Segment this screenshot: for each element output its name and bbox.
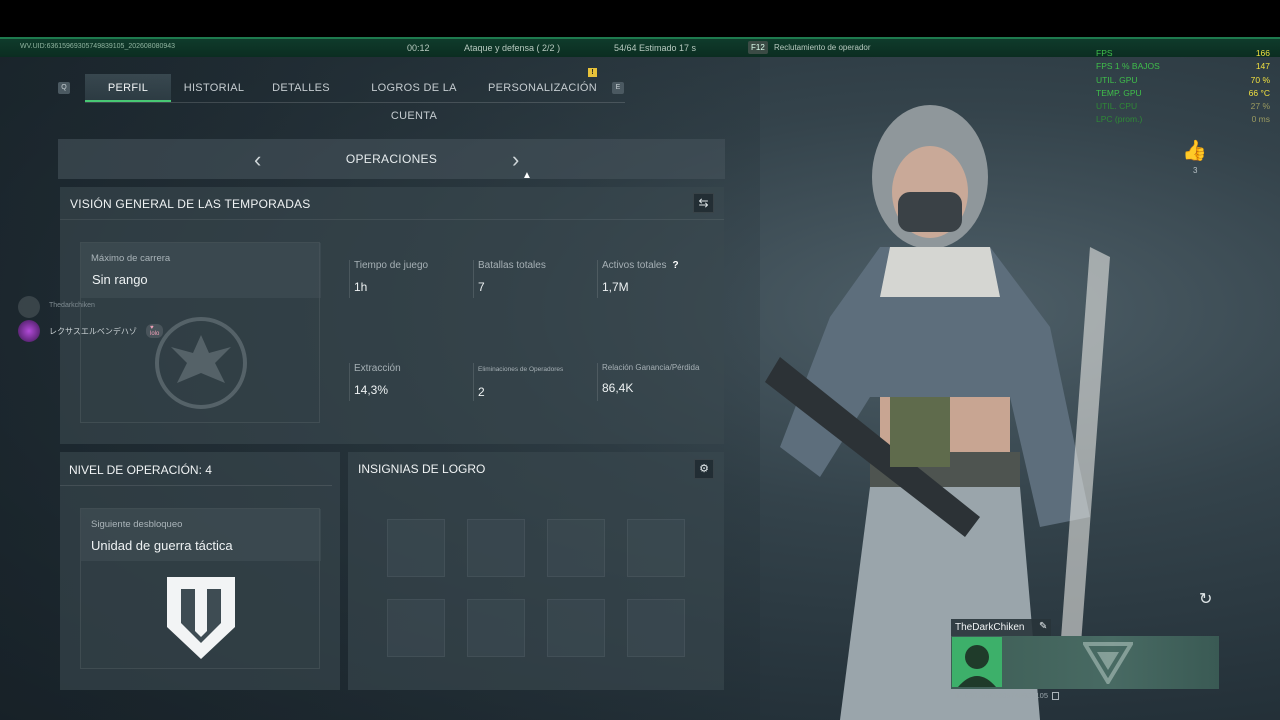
perf-row: FPS 1 % BAJOS 147: [1096, 61, 1270, 72]
like-icon[interactable]: 👍: [1182, 138, 1207, 163]
next-unlock-value: Unidad de guerra táctica: [91, 538, 233, 553]
badge-slot[interactable]: [627, 599, 685, 657]
namecard-header: TheDarkChiken ✎: [951, 619, 1051, 636]
badge-slot[interactable]: [627, 519, 685, 577]
player-namecard[interactable]: TheDarkChiken ✎: [951, 619, 1219, 689]
match-timer: 00:12: [407, 43, 430, 53]
stat-label: Relación Ganancia/Pérdida: [602, 363, 700, 372]
tabs-divider: [85, 102, 625, 103]
tactical-unit-emblem-icon: [167, 577, 235, 659]
avatar: [18, 296, 40, 318]
recruit-label: Reclutamiento de operador: [774, 43, 871, 52]
operations-title: OPERACIONES: [345, 152, 438, 166]
tab-historial[interactable]: HISTORIAL: [176, 74, 252, 102]
operations-next-button[interactable]: ›: [512, 147, 519, 173]
f12-key-hint[interactable]: F12: [748, 41, 768, 54]
badge-slot[interactable]: [547, 599, 605, 657]
divider: [60, 219, 724, 220]
portrait-icon: [958, 645, 996, 687]
tab-detalles[interactable]: DETALLES: [262, 74, 340, 102]
perf-row: LPC (prom.) 0 ms: [1096, 114, 1270, 125]
divider: [349, 260, 350, 298]
stat-value: 14,3%: [354, 383, 389, 397]
stat-label: Extracción: [354, 363, 401, 374]
swap-icon[interactable]: ⇆: [693, 193, 714, 213]
chat-tag: ♥ lolo: [146, 324, 164, 338]
avatar: [952, 637, 1002, 687]
operation-level-panel: NIVEL DE OPERACIÓN: 4 Siguiente desbloqu…: [60, 452, 340, 690]
badge-slot[interactable]: [387, 599, 445, 657]
divider: [473, 363, 474, 401]
card-header: [81, 243, 321, 298]
queue-status: 54/64 Estimado 17 s: [614, 43, 697, 53]
chat-username: Thedarkchiken: [49, 302, 95, 309]
divider: [349, 363, 350, 401]
season-overview-title: VISIÓN GENERAL DE LAS TEMPORADAS: [70, 197, 311, 211]
tab-logros[interactable]: LOGROS DE LA CUENTA: [350, 74, 478, 122]
stat-total-assets: Activos totales? 1,7M: [597, 260, 720, 298]
season-overview-panel: VISIÓN GENERAL DE LAS TEMPORADAS ⇆ Máxim…: [60, 187, 724, 444]
badge-slot[interactable]: [547, 519, 605, 577]
status-bar: WV.UID:6361596930574983910​5_2026080809​…: [0, 37, 1280, 57]
stat-value: 1,7M: [602, 280, 629, 294]
badge-slot[interactable]: [387, 519, 445, 577]
career-rank-caption: Máximo de carrera: [91, 253, 171, 264]
stat-value: 86,4K: [602, 381, 634, 395]
tab-next-key[interactable]: E: [612, 82, 624, 94]
stat-label: Activos totales?: [602, 260, 679, 271]
session-uid: WV.UID:6361596930574983910​5_2026080809​…: [20, 43, 176, 50]
tab-perfil[interactable]: PERFIL: [85, 74, 171, 102]
perf-row: FPS 166: [1096, 48, 1270, 58]
rotate-icon[interactable]: ↻: [1199, 589, 1212, 609]
perf-row: UTIL. GPU 70 %: [1096, 74, 1270, 85]
career-rank-value: Sin rango: [92, 272, 148, 287]
copy-icon[interactable]: [1052, 692, 1060, 701]
achievement-badges-title: INSIGNIAS DE LOGRO: [358, 462, 486, 476]
stat-total-battles: Batallas totales 7: [473, 260, 596, 298]
divider: [60, 485, 332, 486]
divider: [473, 260, 474, 298]
card-header: [81, 509, 321, 561]
divider: [597, 260, 598, 298]
like-count: 3: [1193, 166, 1198, 175]
chat-username: レクサスエルベンデハゾ: [49, 327, 137, 336]
badge-slot[interactable]: [467, 599, 525, 657]
stat-win-loss: Relación Ganancia/Pérdida 86,4K: [597, 363, 720, 401]
tab-prev-key[interactable]: Q: [58, 82, 70, 94]
alert-badge: !: [588, 68, 597, 77]
operations-selector: ‹ OPERACIONES ›: [58, 139, 725, 179]
stat-value: 1h: [354, 280, 368, 294]
perf-row: UTIL. CPU 27 %: [1096, 101, 1270, 112]
stat-playtime: Tiempo de juego 1h: [349, 260, 472, 298]
player-name: TheDarkChiken: [955, 622, 1025, 633]
stat-label: Eliminaciones de Operadores: [478, 366, 564, 373]
perf-row: TEMP. GPU 66 °C: [1096, 87, 1270, 98]
next-unlock-caption: Siguiente desbloqueo: [91, 519, 183, 530]
stat-operator-kills: Eliminaciones de Operadores 2: [473, 363, 596, 401]
edit-icon[interactable]: ✎: [1039, 621, 1047, 632]
stat-value: 7: [478, 280, 485, 294]
stat-label: Batallas totales: [478, 260, 546, 271]
mouse-cursor-icon: ▲: [522, 170, 532, 181]
badge-slot[interactable]: [467, 519, 525, 577]
player-id: ID:6361596930574983910​5: [955, 691, 1060, 701]
stat-label: Tiempo de juego: [354, 260, 429, 271]
stat-extraction: Extracción 14,3%: [349, 363, 472, 401]
operation-level-title: NIVEL DE OPERACIÓN: 4: [69, 463, 212, 477]
divider: [597, 363, 598, 401]
rank-emblem-icon: [155, 317, 247, 409]
letterbox-top: [0, 0, 1280, 37]
tab-personalizacion[interactable]: PERSONALIZACIÓN: [488, 74, 597, 102]
performance-overlay: FPS 166 FPS 1 % BAJOS 147 UTIL. GPU 70 % TE…: [1096, 48, 1270, 128]
avatar: [18, 320, 40, 342]
namecard-emblem-icon: [1083, 642, 1133, 684]
gear-icon[interactable]: ⚙: [694, 459, 714, 479]
stat-value: 2: [478, 385, 485, 399]
next-unlock-card[interactable]: Siguiente desbloqueo Unidad de guerra tá…: [80, 508, 321, 669]
achievement-badges-panel: INSIGNIAS DE LOGRO ⚙: [348, 452, 724, 690]
game-mode: Ataque y defensa ( 2/2 ): [464, 43, 561, 53]
help-icon[interactable]: ?: [672, 260, 678, 271]
